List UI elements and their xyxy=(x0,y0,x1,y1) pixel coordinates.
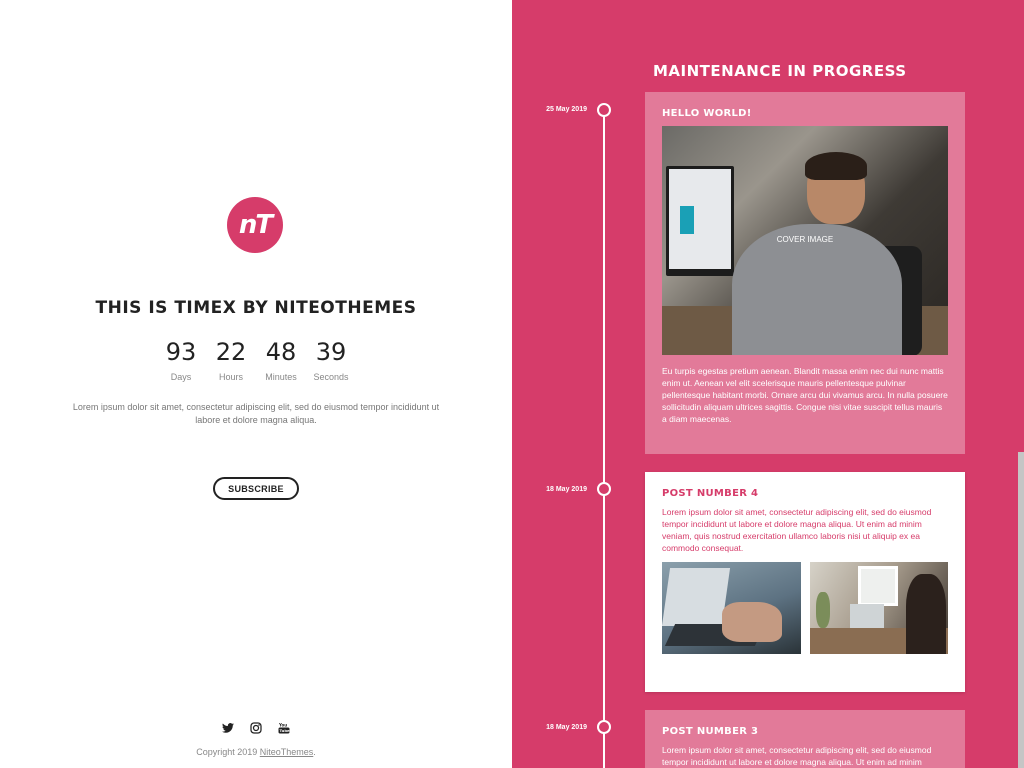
post-excerpt: Lorem ipsum dolor sit amet, consectetur … xyxy=(662,507,932,553)
page-title: THIS IS TIMEX BY NITEOTHEMES xyxy=(95,298,417,318)
screen-accent xyxy=(680,206,694,234)
copyright-prefix: Copyright 2019 xyxy=(196,747,260,757)
post-date: 18 May 2019 xyxy=(546,724,587,731)
copyright-suffix: . xyxy=(313,747,316,757)
niteothemes-link[interactable]: NiteoThemes xyxy=(260,747,314,757)
countdown-days-value: 93 xyxy=(165,338,197,366)
photo-gallery xyxy=(662,562,948,654)
left-panel: nT THIS IS TIMEX BY NITEOTHEMES 93 Days … xyxy=(0,0,512,768)
person-hair xyxy=(805,152,867,180)
countdown-seconds-value: 39 xyxy=(315,338,347,366)
social-links: You Tube xyxy=(0,722,512,734)
monitor-screen xyxy=(669,169,731,269)
countdown-hours-label: Hours xyxy=(218,372,243,382)
timeline-dot xyxy=(597,103,611,117)
copyright-text: Copyright 2019 NiteoThemes. xyxy=(0,747,512,757)
twitter-icon[interactable] xyxy=(222,722,234,734)
youtube-icon[interactable]: You Tube xyxy=(278,722,290,734)
countdown-days-label: Days xyxy=(170,372,192,382)
cover-image-label: COVER IMAGE xyxy=(776,235,834,244)
countdown-minutes-value: 48 xyxy=(265,338,297,366)
laptop-screen xyxy=(662,568,731,626)
scrollbar[interactable] xyxy=(1018,452,1024,768)
countdown-minutes-label: Minutes xyxy=(265,372,297,382)
laptop-shape xyxy=(849,604,884,628)
timeline-dot xyxy=(597,482,611,496)
countdown-seconds-label: Seconds xyxy=(313,372,349,382)
svg-text:You: You xyxy=(278,723,287,728)
countdown-days: 93 Days xyxy=(162,338,200,382)
countdown-minutes: 48 Minutes xyxy=(262,338,300,382)
post-excerpt: Lorem ipsum dolor sit amet, consectetur … xyxy=(662,745,932,767)
post-title[interactable]: POST NUMBER 3 xyxy=(662,726,948,737)
intro-text: Lorem ipsum dolor sit amet, consectetur … xyxy=(72,402,440,425)
brand-logo[interactable]: nT xyxy=(227,197,283,253)
post-date: 25 May 2019 xyxy=(546,106,587,113)
laptop-photo[interactable] xyxy=(662,562,801,654)
countdown-timer: 93 Days 22 Hours 48 Minutes 39 Seconds xyxy=(0,338,512,382)
timeline-dot xyxy=(597,720,611,734)
post-title[interactable]: POST NUMBER 4 xyxy=(662,488,948,499)
logo-text: nT xyxy=(238,210,273,240)
typing-hands xyxy=(722,602,782,642)
post-card-number-4[interactable]: POST NUMBER 4 Lorem ipsum dolor sit amet… xyxy=(645,472,965,692)
countdown-hours: 22 Hours xyxy=(212,338,250,382)
person-shape xyxy=(905,574,946,654)
cover-image[interactable]: COVER IMAGE xyxy=(662,126,948,355)
window-shape xyxy=(857,566,898,606)
right-panel: MAINTENANCE IN PROGRESS 25 May 2019 HELL… xyxy=(512,0,1024,768)
workspace-photo[interactable] xyxy=(809,562,948,654)
countdown-seconds: 39 Seconds xyxy=(312,338,350,382)
post-excerpt: Eu turpis egestas pretium aenean. Blandi… xyxy=(662,366,948,424)
post-card-number-3[interactable]: POST NUMBER 3 Lorem ipsum dolor sit amet… xyxy=(645,710,965,768)
svg-text:Tube: Tube xyxy=(280,729,291,733)
subscribe-button[interactable]: SUBSCRIBE xyxy=(213,477,299,500)
timeline-heading: MAINTENANCE IN PROGRESS xyxy=(653,62,907,80)
post-title[interactable]: HELLO WORLD! xyxy=(662,108,948,119)
plant-shape xyxy=(815,592,830,628)
post-card-hello-world[interactable]: HELLO WORLD! COVER IMAGE Eu turpis egest… xyxy=(645,92,965,454)
countdown-hours-value: 22 xyxy=(215,338,247,366)
post-date: 18 May 2019 xyxy=(546,486,587,493)
timeline-line xyxy=(603,109,605,768)
instagram-icon[interactable] xyxy=(250,722,262,734)
